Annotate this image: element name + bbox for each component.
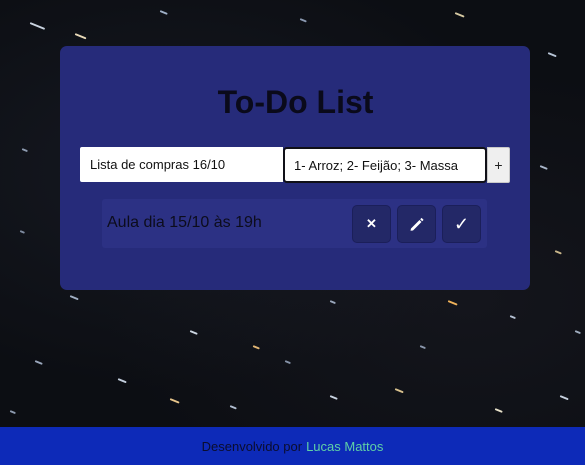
delete-task-button[interactable]: ✕ xyxy=(352,205,391,243)
author-link[interactable]: Lucas Mattos xyxy=(306,439,383,454)
task-title-input[interactable] xyxy=(80,147,283,182)
task-item: Aula dia 15/10 às 19h ✕ ✓ xyxy=(102,199,487,248)
close-icon: ✕ xyxy=(366,216,377,231)
add-task-button[interactable]: + xyxy=(487,147,510,183)
page-title: To-Do List xyxy=(217,84,374,120)
edit-task-button[interactable] xyxy=(397,205,436,243)
pencil-icon xyxy=(409,216,425,232)
footer: Desenvolvido por Lucas Mattos xyxy=(0,427,585,465)
task-description-input[interactable] xyxy=(283,147,487,183)
complete-task-button[interactable]: ✓ xyxy=(442,205,481,243)
check-icon: ✓ xyxy=(453,213,470,234)
footer-credit-text: Desenvolvido por xyxy=(201,438,303,454)
task-text: Aula dia 15/10 às 19h xyxy=(107,214,262,231)
